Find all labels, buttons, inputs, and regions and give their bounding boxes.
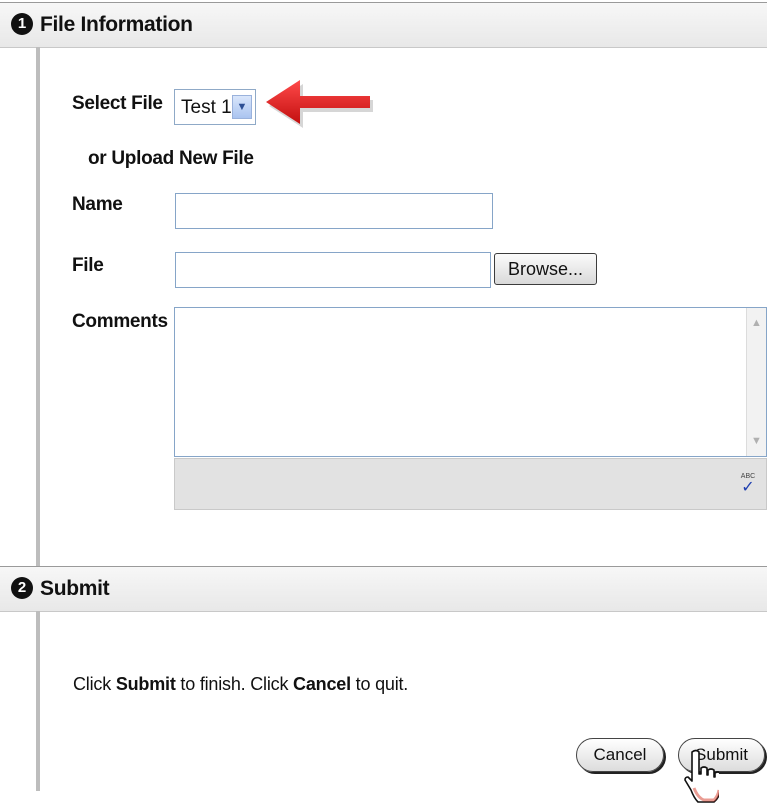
browse-button[interactable]: Browse... [494, 253, 597, 285]
instruction-text: Click [73, 674, 116, 694]
spellcheck-icon[interactable]: ABC ✓ [738, 473, 758, 496]
comments-scrollbar[interactable]: ▲ ▼ [746, 308, 766, 456]
hand-pointer-icon [684, 749, 719, 803]
submit-instruction: Click Submit to finish. Click Cancel to … [73, 673, 408, 695]
select-file-value: Test 1 [181, 97, 232, 118]
section-title: Submit [40, 577, 110, 600]
section-rule [36, 47, 40, 567]
upload-new-file-label: or Upload New File [88, 148, 254, 169]
section-rule [36, 611, 40, 791]
instruction-text: to finish. Click [175, 674, 294, 694]
select-file-dropdown[interactable]: Test 1 ▼ [174, 89, 256, 125]
step-number-badge: 1 [11, 13, 33, 35]
section-header-submit: 2 Submit [0, 566, 767, 612]
name-label: Name [72, 194, 123, 215]
instruction-text: to quit. [350, 674, 409, 694]
scroll-down-icon[interactable]: ▼ [748, 432, 765, 450]
section-header-file-information: 1 File Information [0, 2, 767, 48]
name-field[interactable] [175, 193, 493, 229]
cancel-button[interactable]: Cancel [576, 738, 664, 772]
instruction-submit-keyword: Submit [115, 674, 176, 694]
scroll-up-icon[interactable]: ▲ [748, 314, 765, 332]
comments-textarea[interactable]: ▲ ▼ [174, 307, 767, 457]
instruction-cancel-keyword: Cancel [293, 674, 351, 694]
section-title: File Information [40, 13, 193, 36]
chevron-down-icon[interactable]: ▼ [232, 95, 252, 119]
red-arrow-icon [266, 80, 373, 128]
step-number-badge: 2 [11, 577, 33, 599]
comments-label: Comments [72, 311, 168, 332]
select-file-label: Select File [72, 93, 163, 114]
file-label: File [72, 255, 104, 276]
comments-toolbar: ABC ✓ [174, 458, 767, 510]
file-path-field[interactable] [175, 252, 491, 288]
